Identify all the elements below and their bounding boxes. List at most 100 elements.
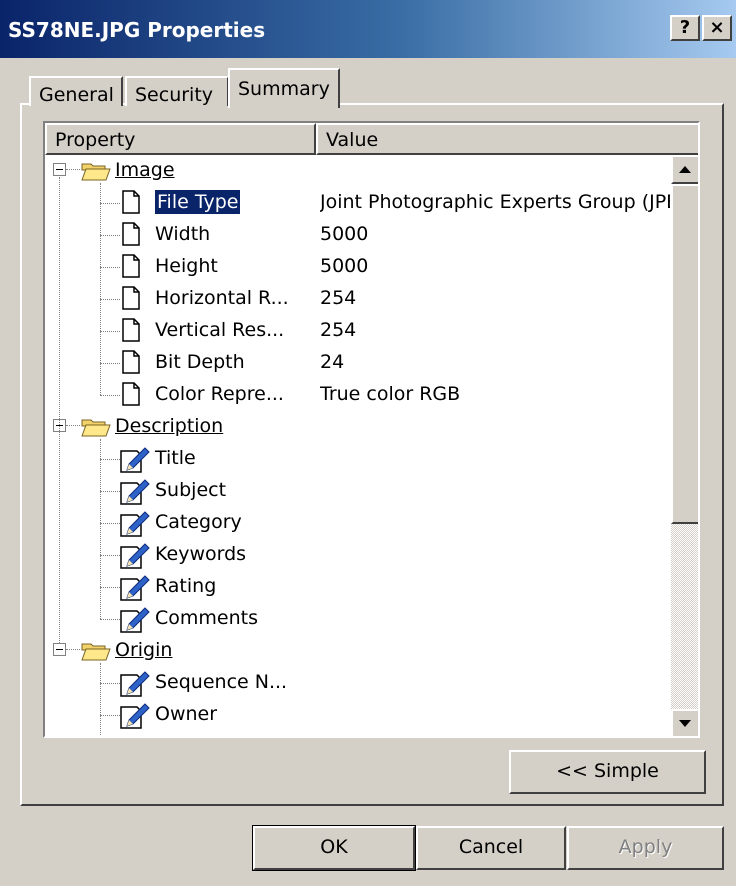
title-bar[interactable]: SS78NE.JPG Properties ? × (0, 0, 736, 58)
property-row[interactable]: Subject (45, 475, 671, 507)
property-value: True color RGB (320, 383, 461, 405)
property-row[interactable]: Comments (45, 603, 671, 635)
tree-line (100, 183, 101, 395)
property-label: Title (155, 447, 196, 469)
document-icon (122, 350, 140, 374)
apply-button[interactable]: Apply (567, 826, 724, 870)
ok-button[interactable]: OK (252, 825, 416, 871)
tree-line (100, 331, 120, 332)
document-icon (122, 286, 140, 310)
property-label: Color Repre... (155, 383, 284, 405)
collapse-icon[interactable] (53, 163, 66, 176)
arrow-down-icon (679, 720, 691, 727)
edit-pen-icon (120, 607, 150, 633)
scroll-down-button[interactable] (671, 709, 698, 736)
property-row[interactable]: Bit Depth 24 (45, 347, 671, 379)
property-label: Rating (155, 575, 217, 597)
property-row[interactable]: Height 5000 (45, 251, 671, 283)
property-row[interactable]: Keywords (45, 539, 671, 571)
tree-line (100, 683, 120, 684)
group-row-description[interactable]: Description (45, 411, 671, 443)
tree-line (100, 663, 101, 735)
document-icon (122, 318, 140, 342)
edit-pen-icon (120, 671, 150, 697)
property-value: 5000 (320, 255, 369, 277)
group-label: Description (115, 415, 224, 437)
help-button[interactable]: ? (670, 15, 700, 41)
property-row[interactable]: Sequence N... (45, 667, 671, 699)
close-button[interactable]: × (702, 15, 732, 41)
tree-line (100, 555, 120, 556)
edit-pen-icon (120, 575, 150, 601)
tree-line (100, 715, 120, 716)
property-list[interactable]: Property Value Image File Type Joint Photo… (43, 121, 700, 738)
tree-line (66, 425, 80, 426)
edit-pen-icon (120, 703, 150, 729)
property-value: Joint Photographic Experts Group (JPEG) (320, 191, 670, 213)
property-row[interactable]: Horizontal R... 254 (45, 283, 671, 315)
vertical-scrollbar[interactable] (671, 155, 698, 736)
group-row-image[interactable]: Image (45, 155, 671, 187)
document-icon (122, 254, 140, 278)
edit-pen-icon (120, 511, 150, 537)
close-icon: × (709, 17, 725, 38)
property-label: Width (155, 223, 211, 245)
properties-dialog: SS78NE.JPG Properties ? × General Securi… (0, 0, 736, 886)
tree-line (100, 299, 120, 300)
property-label: Comments (155, 607, 258, 629)
tab-general[interactable]: General (29, 76, 123, 106)
column-header-property[interactable]: Property (45, 123, 316, 155)
property-label: Sequence N... (155, 671, 288, 693)
property-row[interactable]: Vertical Res... 254 (45, 315, 671, 347)
property-label: Height (155, 255, 218, 277)
simple-button[interactable]: << Simple (509, 750, 706, 794)
tree-line (100, 439, 101, 619)
tree-line (100, 395, 120, 396)
property-label: Bit Depth (155, 351, 245, 373)
tree-line (100, 235, 120, 236)
property-row[interactable]: Width 5000 (45, 219, 671, 251)
tree-line (100, 619, 120, 620)
tree-line (100, 267, 120, 268)
property-value: 5000 (320, 223, 369, 245)
document-icon (122, 222, 140, 246)
document-icon (122, 190, 140, 214)
document-icon (122, 382, 140, 406)
open-folder-icon (81, 163, 111, 181)
scroll-up-button[interactable] (671, 155, 698, 184)
scroll-thumb[interactable] (671, 184, 698, 524)
group-label: Image (115, 159, 175, 181)
open-folder-icon (81, 419, 111, 437)
tree-line (66, 649, 80, 650)
tree-line (59, 177, 60, 643)
tree-line (100, 203, 120, 204)
tree-line (100, 363, 120, 364)
property-row[interactable]: Title (45, 443, 671, 475)
tree-line (100, 459, 120, 460)
property-label: Category (155, 511, 242, 533)
cancel-button[interactable]: Cancel (416, 826, 566, 870)
collapse-icon[interactable] (53, 643, 66, 656)
tree-line (100, 587, 120, 588)
property-label: Vertical Res... (155, 319, 285, 341)
tab-summary[interactable]: Summary (228, 68, 340, 108)
property-row[interactable]: Rating (45, 571, 671, 603)
property-label: Keywords (155, 543, 247, 565)
tree-line (66, 169, 80, 170)
property-row[interactable]: Category (45, 507, 671, 539)
property-row[interactable]: File Type Joint Photographic Experts Grou… (45, 187, 671, 219)
property-row[interactable]: Color Repre... True color RGB (45, 379, 671, 411)
edit-pen-icon (120, 447, 150, 473)
property-rows: Image File Type Joint Photographic Experts… (45, 155, 671, 736)
group-row-origin[interactable]: Origin (45, 635, 671, 667)
property-value: 254 (320, 319, 357, 341)
property-value: 254 (320, 287, 357, 309)
edit-pen-icon (120, 479, 150, 505)
tab-security[interactable]: Security (125, 76, 229, 106)
column-header-value[interactable]: Value (316, 123, 698, 155)
tree-line (100, 491, 120, 492)
property-row[interactable]: Owner (45, 699, 671, 731)
property-label: File Type (153, 189, 242, 215)
property-label: Subject (155, 479, 227, 501)
property-label: Owner (155, 703, 218, 725)
